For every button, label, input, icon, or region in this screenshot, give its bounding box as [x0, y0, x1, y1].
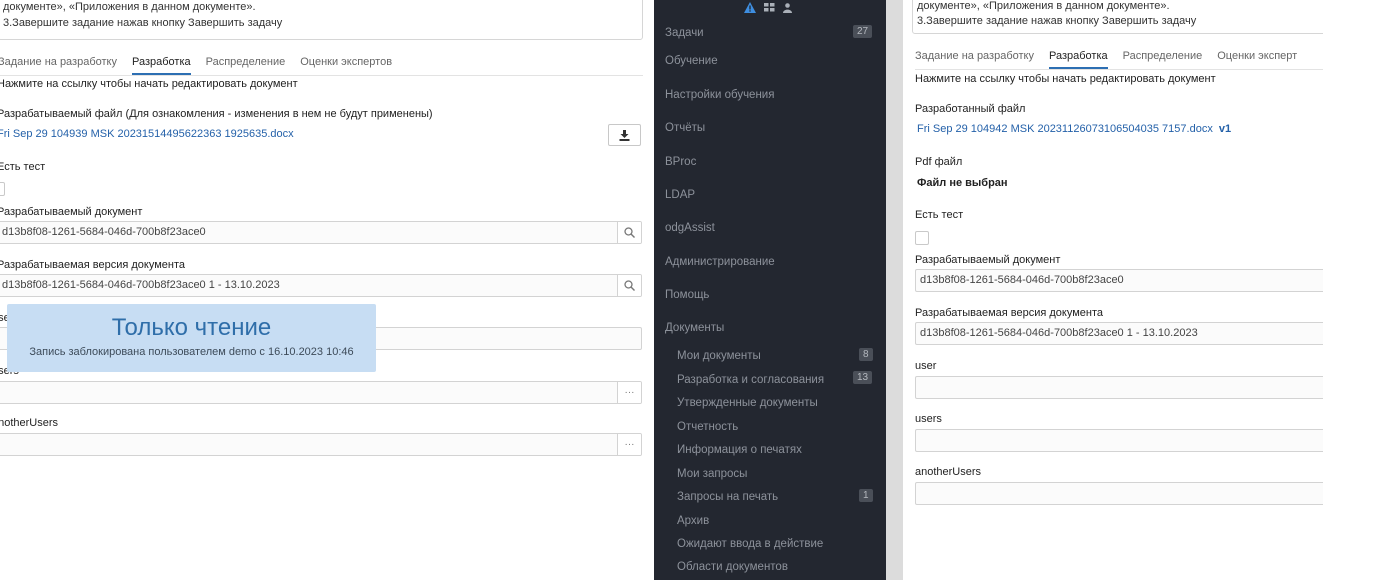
- has-test-checkbox[interactable]: [915, 231, 929, 245]
- doc-value: d13b8f08-1261-5684-046d-700b8f23ace0: [2, 226, 206, 238]
- sidebar-item-documents[interactable]: Документы: [665, 322, 724, 334]
- doc-field[interactable]: d13b8f08-1261-5684-046d-700b8f23ace0: [915, 269, 1323, 292]
- another-users-more-button[interactable]: ···: [617, 434, 641, 455]
- tab-distribution[interactable]: Распределение: [1123, 48, 1203, 69]
- readonly-subtitle: Запись заблокирована пользователем demo …: [29, 346, 354, 358]
- doc-version-search-button[interactable]: [617, 275, 641, 296]
- warning-icon[interactable]: [744, 2, 756, 13]
- doc-version-field[interactable]: d13b8f08-1261-5684-046d-700b8f23ace0 1 -…: [915, 322, 1323, 345]
- download-button[interactable]: [608, 124, 641, 146]
- my-documents-badge: 8: [859, 348, 873, 361]
- doc-value: d13b8f08-1261-5684-046d-700b8f23ace0: [920, 274, 1124, 286]
- doc-version-value: d13b8f08-1261-5684-046d-700b8f23ace0 1 -…: [2, 279, 280, 291]
- user-field[interactable]: [915, 376, 1323, 399]
- developed-file-row: Fri Sep 29 104942 MSK 202311260731065040…: [917, 123, 1231, 135]
- tab-distribution[interactable]: Распределение: [206, 54, 286, 75]
- tab-expert-ratings[interactable]: Оценки экспертов: [300, 54, 392, 75]
- tab-development[interactable]: Разработка: [131, 54, 191, 75]
- users-more-button[interactable]: ···: [617, 382, 641, 403]
- sidebar-item-administration[interactable]: Администрирование: [665, 256, 775, 268]
- user-icon[interactable]: [783, 2, 792, 13]
- file-label: Разрабатываемый файл (Для ознакомления -…: [0, 108, 433, 120]
- users-field[interactable]: [915, 429, 1323, 452]
- pdf-label: Pdf файл: [915, 156, 963, 168]
- doc-label: Разрабатываемый документ: [0, 206, 143, 218]
- tab-bar: Задание на разработку Разработка Распред…: [0, 54, 643, 76]
- sidebar-subitem-archive[interactable]: Архив: [677, 515, 709, 527]
- search-icon: [624, 280, 635, 291]
- doc-field[interactable]: d13b8f08-1261-5684-046d-700b8f23ace0: [0, 221, 642, 244]
- another-users-field[interactable]: [915, 482, 1323, 505]
- sidebar: Задачи 27 Обучение Настройки обучения От…: [654, 0, 886, 580]
- apps-grid-icon[interactable]: [764, 3, 775, 12]
- development-badge: 13: [853, 371, 873, 384]
- sidebar-subitem-stamps-info[interactable]: Информация о печатях: [677, 444, 802, 456]
- sidebar-item-training-settings[interactable]: Настройки обучения: [665, 89, 774, 101]
- sidebar-item-odgassist[interactable]: odgAssist: [665, 222, 715, 234]
- sidebar-item-bproc[interactable]: BProc: [665, 156, 696, 168]
- has-test-checkbox[interactable]: [0, 182, 5, 196]
- doc-version-label: Разрабатываемая версия документа: [915, 307, 1104, 319]
- doc-version-field[interactable]: d13b8f08-1261-5684-046d-700b8f23ace0 1 -…: [0, 274, 642, 297]
- sidebar-subitem-reporting[interactable]: Отчетность: [677, 421, 738, 433]
- search-icon: [624, 227, 635, 238]
- edit-hint: Нажмите на ссылку чтобы начать редактиро…: [915, 73, 1216, 85]
- doc-label: Разрабатываемый документ: [915, 254, 1061, 266]
- pane-gutter: [886, 0, 903, 580]
- readonly-banner: Только чтение Запись заблокирована польз…: [7, 304, 376, 372]
- another-users-label: anotherUsers: [915, 466, 982, 478]
- has-test-label: Есть тест: [0, 161, 46, 173]
- tab-assignment[interactable]: Задание на разработку: [0, 54, 117, 75]
- doc-search-button[interactable]: [617, 222, 641, 243]
- sidebar-subitem-my-documents[interactable]: Мои документы: [677, 350, 761, 362]
- developed-file-link[interactable]: Fri Sep 29 104942 MSK 202311260731065040…: [917, 123, 1213, 135]
- instructions-line-2: 3.Завершите задание нажав кнопку Заверши…: [917, 15, 1197, 27]
- doc-version-label: Разрабатываемая версия документа: [0, 259, 186, 271]
- left-pane: документе», «Приложения в данном докумен…: [0, 0, 654, 580]
- tab-assignment[interactable]: Задание на разработку: [915, 48, 1034, 69]
- ellipsis-icon: ···: [624, 439, 635, 450]
- has-test-label: Есть тест: [915, 209, 964, 221]
- sidebar-item-tasks[interactable]: Задачи: [665, 27, 704, 39]
- user-label: user: [915, 360, 937, 372]
- tasks-badge: 27: [853, 25, 873, 38]
- sidebar-item-training[interactable]: Обучение: [665, 55, 718, 67]
- readonly-title: Только чтение: [111, 314, 272, 341]
- sidebar-item-ldap[interactable]: LDAP: [665, 189, 695, 201]
- edit-hint: Нажмите на ссылку чтобы начать редактиро…: [0, 78, 298, 90]
- tab-development[interactable]: Разработка: [1048, 48, 1108, 69]
- instructions-line-2: 3.Завершите задание нажав кнопку Заверши…: [3, 17, 283, 29]
- instructions-box: документе», «Приложения в данном докумен…: [0, 0, 643, 40]
- tab-bar: Задание на разработку Разработка Распред…: [915, 48, 1323, 70]
- instructions-line-1: документе», «Приложения в данном докумен…: [917, 0, 1170, 12]
- tab-expert-ratings[interactable]: Оценки эксперт: [1217, 48, 1297, 69]
- pdf-value: Файл не выбран: [917, 177, 1008, 189]
- download-icon: [619, 129, 630, 141]
- instructions-line-1: документе», «Приложения в данном докумен…: [3, 1, 256, 13]
- doc-version-value: d13b8f08-1261-5684-046d-700b8f23ace0 1 -…: [920, 327, 1198, 339]
- sidebar-top-icons: [744, 2, 792, 13]
- another-users-field[interactable]: ···: [0, 433, 642, 456]
- right-pane: документе», «Приложения в данном докумен…: [903, 0, 1323, 580]
- another-users-label: anotherUsers: [0, 417, 59, 429]
- users-field[interactable]: ···: [0, 381, 642, 404]
- developed-file-label: Разработанный файл: [915, 103, 1026, 115]
- version-tag[interactable]: v1: [1219, 123, 1231, 135]
- right-margin: [1323, 0, 1386, 580]
- sidebar-subitem-development[interactable]: Разработка и согласования: [677, 374, 824, 386]
- sidebar-subitem-awaiting[interactable]: Ожидают ввода в действие: [677, 538, 823, 550]
- sidebar-item-reports[interactable]: Отчёты: [665, 122, 705, 134]
- ellipsis-icon: ···: [624, 387, 635, 398]
- sidebar-subitem-doc-areas[interactable]: Области документов: [677, 561, 788, 573]
- instructions-box: документе», «Приложения в данном докумен…: [912, 0, 1323, 34]
- sidebar-item-help[interactable]: Помощь: [665, 289, 709, 301]
- sidebar-subitem-print-requests[interactable]: Запросы на печать: [677, 491, 778, 503]
- sidebar-subitem-approved[interactable]: Утвержденные документы: [677, 397, 818, 409]
- users-label: users: [915, 413, 942, 425]
- sidebar-subitem-my-requests[interactable]: Мои запросы: [677, 468, 747, 480]
- print-requests-badge: 1: [859, 489, 873, 502]
- file-link[interactable]: Fri Sep 29 104939 MSK 20231514495622363 …: [0, 128, 294, 140]
